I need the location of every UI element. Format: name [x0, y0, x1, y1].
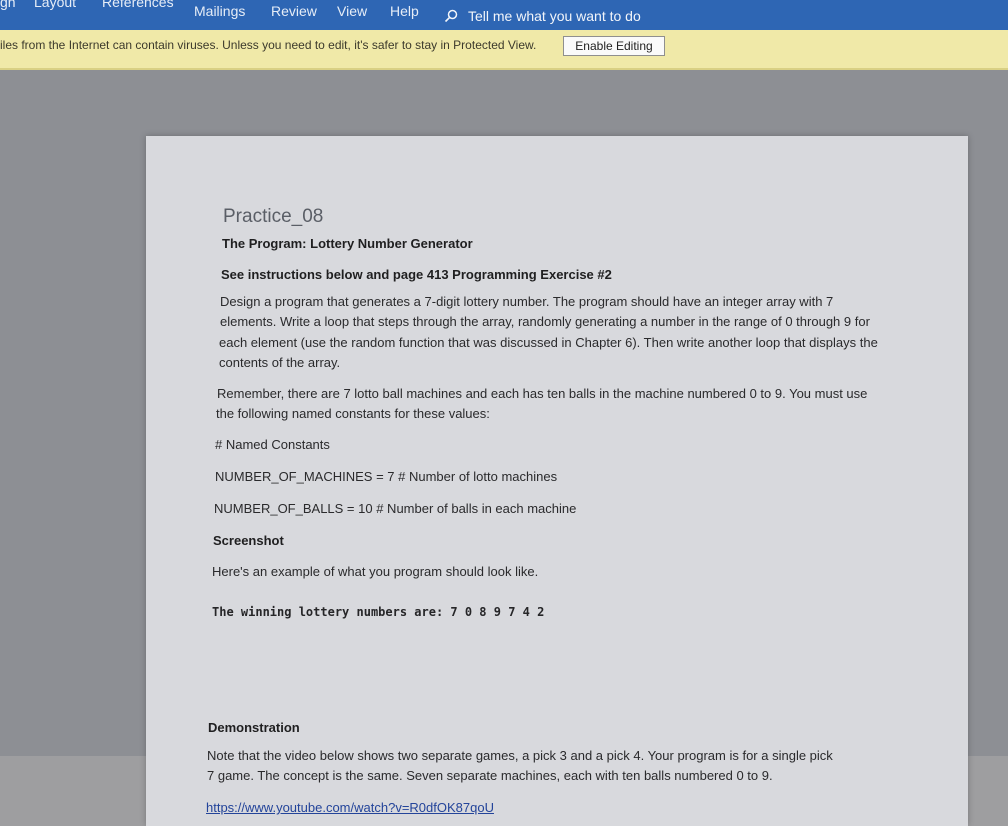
search-icon	[444, 9, 458, 23]
code-output-line: The winning lottery numbers are: 7 0 8 9…	[212, 605, 545, 619]
instructions-line: See instructions below and page 413 Prog…	[221, 267, 612, 282]
constant-balls-line: NUMBER_OF_BALLS = 10 # Number of balls i…	[214, 501, 577, 516]
paragraph1-line3: each element (use the random function th…	[219, 335, 878, 350]
document-page: Practice_08 The Program: Lottery Number …	[146, 136, 968, 826]
paragraph1-line4: contents of the array.	[219, 355, 341, 370]
paragraph2-line1: Remember, there are 7 lotto ball machine…	[217, 386, 868, 401]
paragraph1-line1: Design a program that generates a 7-digi…	[220, 294, 834, 309]
demo-paragraph-line2: 7 game. The concept is the same. Seven s…	[207, 768, 773, 783]
program-line: The Program: Lottery Number Generator	[222, 236, 473, 251]
tell-me-search[interactable]: Tell me what you want to do	[444, 6, 641, 26]
document-canvas: Practice_08 The Program: Lottery Number …	[0, 70, 1008, 826]
tab-help[interactable]: Help	[390, 3, 419, 19]
tab-references[interactable]: References	[102, 0, 174, 10]
tab-mailings[interactable]: Mailings	[194, 3, 245, 19]
tell-me-text: Tell me what you want to do	[468, 8, 641, 24]
protected-view-message: iles from the Internet can contain virus…	[0, 38, 537, 52]
page-title: Practice_08	[223, 206, 324, 227]
paragraph2-line2: the following named constants for these …	[216, 406, 490, 421]
tab-view[interactable]: View	[337, 3, 367, 19]
youtube-link[interactable]: https://www.youtube.com/watch?v=R0dfOK87…	[206, 800, 494, 815]
enable-editing-button[interactable]: Enable Editing	[563, 36, 665, 56]
ribbon-tab-bar: gn Layout References Mailings Review Vie…	[0, 0, 1008, 30]
tab-design[interactable]: gn	[0, 0, 16, 10]
named-constants-heading: # Named Constants	[215, 437, 330, 452]
demonstration-heading: Demonstration	[208, 720, 300, 735]
protected-view-bar: iles from the Internet can contain virus…	[0, 30, 1008, 70]
screenshot-heading: Screenshot	[213, 533, 284, 548]
tab-review[interactable]: Review	[271, 3, 317, 19]
example-text: Here's an example of what you program sh…	[212, 564, 539, 579]
paragraph1-line2: elements. Write a loop that steps throug…	[220, 314, 870, 329]
constant-machines-line: NUMBER_OF_MACHINES = 7 # Number of lotto…	[215, 469, 558, 484]
tab-layout[interactable]: Layout	[34, 0, 76, 10]
